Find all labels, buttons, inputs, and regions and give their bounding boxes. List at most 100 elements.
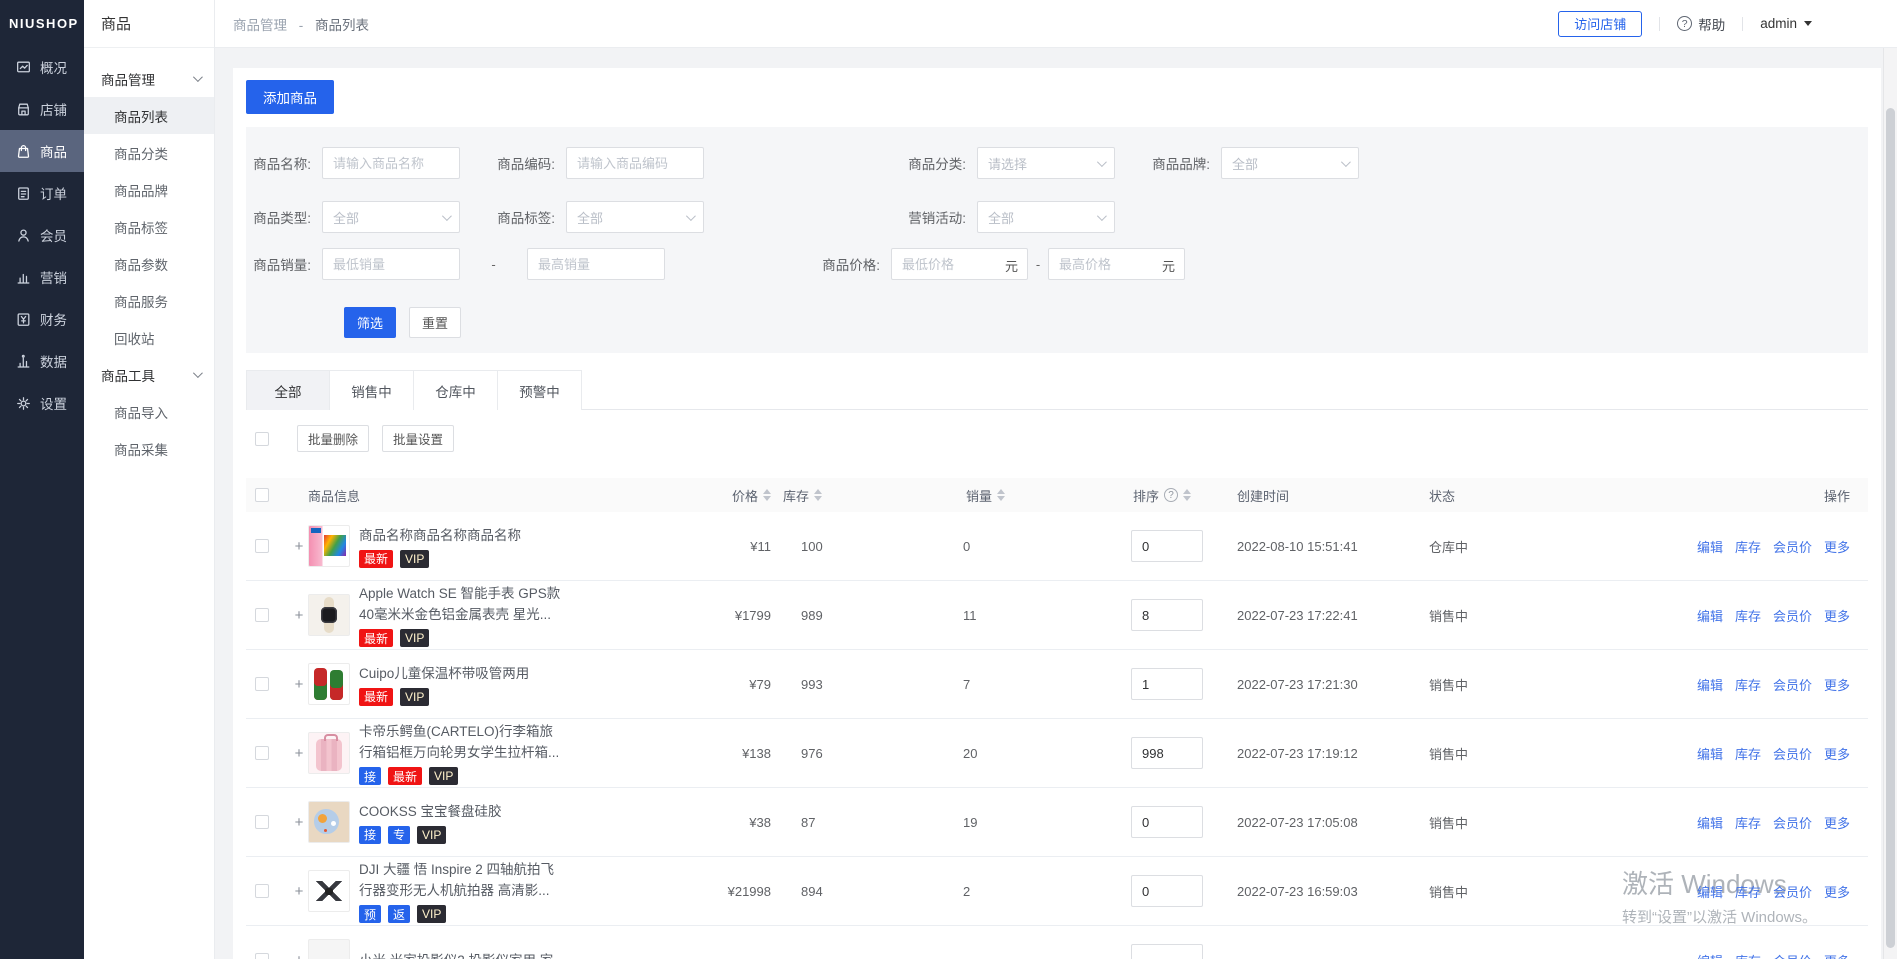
sidebar-item-marketing[interactable]: 营销 [0,256,84,298]
action-more[interactable]: 更多 [1824,744,1850,763]
action-stock[interactable]: 库存 [1735,813,1761,832]
submenu-item-goods-service[interactable]: 商品服务 [84,282,214,319]
action-stock[interactable]: 库存 [1735,744,1761,763]
sidebar-item-settings[interactable]: 设置 [0,382,84,424]
expand-row-button[interactable]: + [290,814,308,831]
product-name[interactable]: COOKSS 宝宝餐盘硅胶 [359,801,502,822]
tab-in-stock[interactable]: 仓库中 [414,370,498,410]
sort-carets-icon[interactable] [763,489,771,501]
sales-max-input[interactable] [527,248,665,280]
action-more[interactable]: 更多 [1824,951,1850,959]
action-member-price[interactable]: 会员价 [1773,882,1812,901]
action-stock[interactable]: 库存 [1735,882,1761,901]
sidebar-item-overview[interactable]: 概况 [0,46,84,88]
action-edit[interactable]: 编辑 [1697,813,1723,832]
action-edit[interactable]: 编辑 [1697,951,1723,959]
page-scrollbar[interactable] [1883,48,1897,959]
tab-on-sale[interactable]: 销售中 [330,370,414,410]
filter-category-select[interactable]: 请选择 [977,147,1115,179]
expand-row-button[interactable]: + [290,676,308,693]
sort-input[interactable] [1131,599,1203,631]
filter-submit-button[interactable]: 筛选 [344,307,396,338]
action-edit[interactable]: 编辑 [1697,537,1723,556]
submenu-item-goods-collect[interactable]: 商品采集 [84,430,214,467]
action-stock[interactable]: 库存 [1735,537,1761,556]
sidebar-item-shop[interactable]: 店铺 [0,88,84,130]
select-all-checkbox[interactable] [255,432,269,446]
sidebar-item-members[interactable]: 会员 [0,214,84,256]
column-price[interactable]: 价格 [701,486,771,505]
action-member-price[interactable]: 会员价 [1773,606,1812,625]
question-circle-icon[interactable]: ? [1164,488,1178,502]
action-more[interactable]: 更多 [1824,813,1850,832]
scrollbar-thumb[interactable] [1886,108,1895,948]
action-edit[interactable]: 编辑 [1697,606,1723,625]
submenu-item-goods-params[interactable]: 商品参数 [84,245,214,282]
filter-activity-select[interactable]: 全部 [977,201,1115,233]
submenu-item-goods-category[interactable]: 商品分类 [84,134,214,171]
filter-type-select[interactable]: 全部 [322,201,460,233]
expand-row-button[interactable]: + [290,538,308,555]
sidebar-item-data[interactable]: 数据 [0,340,84,382]
submenu-item-goods-list[interactable]: 商品列表 [84,97,214,134]
product-name[interactable]: 商品名称商品名称商品名称 [359,525,521,546]
action-member-price[interactable]: 会员价 [1773,675,1812,694]
column-sales[interactable]: 销量 [951,486,1121,505]
submenu-item-goods-brand[interactable]: 商品品牌 [84,171,214,208]
row-checkbox[interactable] [255,608,269,622]
expand-row-button[interactable]: + [290,952,308,959]
batch-delete-button[interactable]: 批量删除 [297,425,369,452]
filter-brand-select[interactable]: 全部 [1221,147,1359,179]
product-name[interactable]: Cuipo儿童保温杯带吸管两用 [359,663,529,684]
row-checkbox[interactable] [255,884,269,898]
action-member-price[interactable]: 会员价 [1773,813,1812,832]
column-sort[interactable]: 排序? [1121,486,1221,505]
submenu-group-goods-tools[interactable]: 商品工具 [84,356,214,393]
row-checkbox[interactable] [255,815,269,829]
row-checkbox[interactable] [255,677,269,691]
header-select-checkbox[interactable] [255,488,269,502]
tab-all[interactable]: 全部 [246,370,330,410]
action-member-price[interactable]: 会员价 [1773,744,1812,763]
sort-carets-icon[interactable] [814,489,822,501]
action-edit[interactable]: 编辑 [1697,744,1723,763]
action-stock[interactable]: 库存 [1735,606,1761,625]
breadcrumb-parent[interactable]: 商品管理 [233,18,287,33]
expand-row-button[interactable]: + [290,607,308,624]
row-checkbox[interactable] [255,953,269,959]
sort-input[interactable] [1131,806,1203,838]
product-name[interactable]: Apple Watch SE 智能手表 GPS款40毫米米金色铝金属表壳 星光.… [359,583,560,625]
sort-carets-icon[interactable] [997,489,1005,501]
filter-reset-button[interactable]: 重置 [409,307,461,338]
filter-code-input[interactable] [566,147,704,179]
submenu-item-goods-import[interactable]: 商品导入 [84,393,214,430]
action-stock[interactable]: 库存 [1735,675,1761,694]
action-member-price[interactable]: 会员价 [1773,951,1812,959]
action-stock[interactable]: 库存 [1735,951,1761,959]
product-name[interactable]: 小米 米家投影仪2 投影仪家用 家 [359,950,553,959]
submenu-item-recycle-bin[interactable]: 回收站 [84,319,214,356]
filter-tag-select[interactable]: 全部 [566,201,704,233]
action-edit[interactable]: 编辑 [1697,675,1723,694]
visit-shop-button[interactable]: 访问店铺 [1558,11,1642,37]
add-product-button[interactable]: 添加商品 [246,80,334,114]
action-member-price[interactable]: 会员价 [1773,537,1812,556]
action-edit[interactable]: 编辑 [1697,882,1723,901]
tab-warning[interactable]: 预警中 [498,370,582,410]
product-name[interactable]: DJI 大疆 悟 Inspire 2 四轴航拍飞行器变形无人机航拍器 高清影..… [359,859,554,901]
action-more[interactable]: 更多 [1824,882,1850,901]
row-checkbox[interactable] [255,746,269,760]
filter-name-input[interactable] [322,147,460,179]
submenu-group-goods-manage[interactable]: 商品管理 [84,60,214,97]
submenu-item-goods-tag[interactable]: 商品标签 [84,208,214,245]
sort-input[interactable] [1131,944,1203,959]
product-name[interactable]: 卡帝乐鳄鱼(CARTELO)行李箱旅行箱铝框万向轮男女学生拉杆箱... [359,721,559,763]
sort-input[interactable] [1131,530,1203,562]
sort-input[interactable] [1131,875,1203,907]
sidebar-item-goods[interactable]: 商品 [0,130,84,172]
expand-row-button[interactable]: + [290,883,308,900]
batch-settings-button[interactable]: 批量设置 [382,425,454,452]
sort-input[interactable] [1131,668,1203,700]
action-more[interactable]: 更多 [1824,537,1850,556]
help-link[interactable]: ? 帮助 [1677,14,1725,34]
